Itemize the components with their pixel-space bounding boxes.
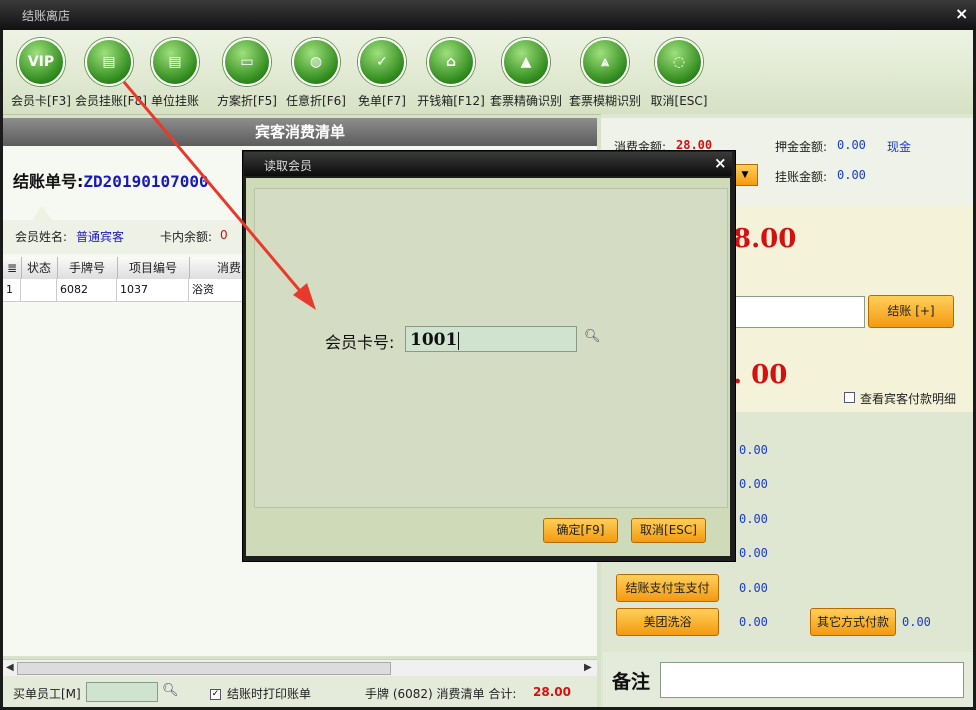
annotation-arrow-icon — [122, 81, 316, 310]
